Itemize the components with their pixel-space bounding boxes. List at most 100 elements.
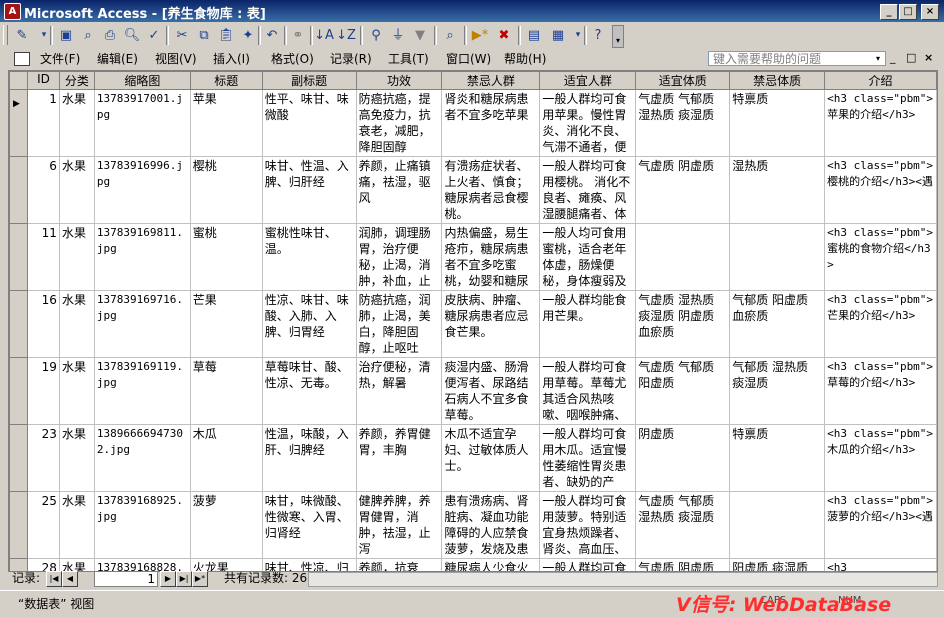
- table-cell-effect[interactable]: 养颜，止痛镇痛，祛湿，驱风: [355, 156, 443, 224]
- record-selector[interactable]: [9, 558, 28, 571]
- column-header[interactable]: ID: [26, 71, 60, 90]
- toolbar-overflow-button[interactable]: ▾: [612, 25, 624, 48]
- table-cell-intro[interactable]: <h3 class="pbm">草莓的介绍</h3>: [824, 357, 937, 425]
- table-cell-suit[interactable]: 一般人群均可食用菠萝。特别适宜身热烦躁者、肾炎、高血压、支气管炎、消化: [539, 491, 637, 559]
- spelling-icon[interactable]: ✓: [144, 26, 164, 45]
- column-header[interactable]: 禁忌体质: [729, 71, 826, 90]
- table-cell-thumb[interactable]: 137839169811.jpg: [93, 223, 191, 291]
- table-cell-title[interactable]: 火龙果: [189, 558, 263, 571]
- table-cell-intro[interactable]: <h3: [824, 558, 937, 571]
- menu-window[interactable]: 窗口(W): [446, 51, 491, 67]
- table-cell-title[interactable]: 芒果: [189, 290, 263, 358]
- toolbar-grip[interactable]: [3, 25, 8, 45]
- column-header[interactable]: 副标题: [261, 71, 357, 90]
- table-cell-effect[interactable]: 润肺，调理肠胃，治疗便秘，止渴，消肿，补血，止咳，滋阴补阴，活血化瘀: [355, 223, 443, 291]
- table-cell-suit[interactable]: 一般人群均可食用草莓。草莓尤其适合风热咳嗽、咽喉肿痛、声嘶、烦热: [539, 357, 637, 425]
- first-record-button[interactable]: |◀: [46, 571, 62, 587]
- table-cell-cat[interactable]: 水果: [58, 357, 95, 425]
- doc-close-button[interactable]: ×: [924, 51, 933, 64]
- record-selector[interactable]: [9, 223, 28, 291]
- table-cell-taboo_body[interactable]: [729, 223, 826, 291]
- table-cell-cat[interactable]: 水果: [58, 223, 95, 291]
- record-selector[interactable]: ▶: [9, 89, 28, 157]
- table-cell-intro[interactable]: <h3 class="pbm">芒果的介绍</h3>: [824, 290, 937, 358]
- table-cell-suit_body[interactable]: 气虚质 气郁质 湿热质 痰湿质: [635, 89, 731, 157]
- table-cell-cat[interactable]: 水果: [58, 558, 95, 571]
- column-header[interactable]: 禁忌人群: [441, 71, 541, 90]
- cut-icon[interactable]: ✂: [172, 26, 192, 45]
- table-cell-taboo_body[interactable]: 气郁质 湿热质 痰湿质: [729, 357, 826, 425]
- table-cell-suit_body[interactable]: 气虚质 阴虚质: [635, 156, 731, 224]
- table-cell-cat[interactable]: 水果: [58, 156, 95, 224]
- table-cell-id[interactable]: 11: [26, 223, 60, 291]
- table-cell-title[interactable]: 菠萝: [189, 491, 263, 559]
- find-icon[interactable]: ⌕: [440, 26, 460, 45]
- table-cell-intro[interactable]: <h3 class="pbm">菠萝的介绍</h3><遇: [824, 491, 937, 559]
- table-cell-effect[interactable]: 防癌抗癌，润肺，止渴，美白，降胆固醇，止呕吐: [355, 290, 443, 358]
- table-cell-taboo_body[interactable]: 阳虚质 痰湿质: [729, 558, 826, 571]
- menu-tools[interactable]: 工具(T): [388, 51, 429, 67]
- menu-insert[interactable]: 插入(I): [213, 51, 250, 67]
- table-cell-intro[interactable]: <h3 class="pbm">蜜桃的食物介绍</h3>: [824, 223, 937, 291]
- table-cell-cat[interactable]: 水果: [58, 290, 95, 358]
- column-header[interactable]: 功效: [355, 71, 443, 90]
- table-cell-suit[interactable]: 一般人群均能食用芒果。: [539, 290, 637, 358]
- table-cell-intro[interactable]: <h3 class="pbm">樱桃的介绍</h3><遇: [824, 156, 937, 224]
- table-cell-taboo_body[interactable]: 气郁质 阳虚质 血瘀质: [729, 290, 826, 358]
- table-cell-thumb[interactable]: 13896666947302.jpg: [93, 424, 191, 492]
- last-record-button[interactable]: ▶|: [176, 571, 192, 587]
- table-cell-taboo_body[interactable]: 特禀质: [729, 424, 826, 492]
- table-cell-taboo[interactable]: 有溃疡症状者、上火者、慎食；糖尿病者忌食樱桃。: [441, 156, 541, 224]
- table-cell-effect[interactable]: 养颜，养胃健胃，丰胸: [355, 424, 443, 492]
- record-number-input[interactable]: 1: [94, 571, 158, 587]
- undo-icon[interactable]: ↶: [262, 26, 282, 45]
- table-cell-suit_body[interactable]: 气虚质 气郁质 阳虚质: [635, 357, 731, 425]
- table-cell-taboo_body[interactable]: [729, 491, 826, 559]
- table-cell-suit_body[interactable]: 气虚质 阴虚质: [635, 558, 731, 571]
- table-cell-suit_body[interactable]: [635, 223, 731, 291]
- record-selector[interactable]: [9, 156, 28, 224]
- table-cell-subtitle[interactable]: 味甘，味微酸、性微寒、入胃、归肾经: [261, 491, 357, 559]
- record-selector[interactable]: [9, 290, 28, 358]
- apply-filter-icon[interactable]: ▼: [410, 26, 430, 45]
- horizontal-scrollbar[interactable]: [308, 572, 938, 587]
- datasheet[interactable]: ID 分类 缩略图 标题 副标题 功效 禁忌人群 适宜人群 适宜体质 禁忌体质 …: [8, 70, 938, 572]
- column-header[interactable]: 缩略图: [93, 71, 191, 90]
- select-all-corner[interactable]: [9, 71, 28, 90]
- save-icon[interactable]: ▣: [56, 26, 76, 45]
- table-cell-title[interactable]: 蜜桃: [189, 223, 263, 291]
- table-cell-subtitle[interactable]: 蜜桃性味甘、温。: [261, 223, 357, 291]
- filter-by-form-icon[interactable]: ⏚: [388, 26, 408, 45]
- table-cell-thumb[interactable]: 13783916996.jpg: [93, 156, 191, 224]
- table-cell-id[interactable]: 16: [26, 290, 60, 358]
- menu-view[interactable]: 视图(V): [155, 51, 197, 67]
- column-header[interactable]: 介绍: [824, 71, 937, 90]
- table-cell-taboo[interactable]: 内热偏盛，易生疮疖，糖尿病患者不宜多吃蜜桃，幼婴和糖尿病患者忌食: [441, 223, 541, 291]
- column-header[interactable]: 适宜体质: [635, 71, 731, 90]
- table-cell-taboo[interactable]: 痰湿内盛、肠滑便泻者、尿路结石病人不宜多食草莓。: [441, 357, 541, 425]
- print-icon[interactable]: ⎙: [100, 26, 120, 45]
- table-cell-suit[interactable]: 一般人群均可食用苹果。慢性胃炎、消化不良、气滞不通者，便秘、慢性腹泻: [539, 89, 637, 157]
- table-cell-thumb[interactable]: 137839168925.jpg: [93, 491, 191, 559]
- table-cell-effect[interactable]: 养颜，抗衰老，清: [355, 558, 443, 571]
- minimize-button[interactable]: _: [880, 4, 898, 20]
- column-header[interactable]: 标题: [189, 71, 263, 90]
- maximize-button[interactable]: □: [899, 4, 917, 20]
- format-painter-icon[interactable]: ✦: [238, 26, 258, 45]
- table-cell-suit_body[interactable]: 阴虚质: [635, 424, 731, 492]
- delete-record-icon[interactable]: ✖: [494, 26, 514, 45]
- table-cell-title[interactable]: 木瓜: [189, 424, 263, 492]
- table-cell-suit[interactable]: 一般人群均可食用樱桃。 消化不良者、瘫痪、风湿腰腿痛者、体质虚弱、面色: [539, 156, 637, 224]
- table-cell-title[interactable]: 樱桃: [189, 156, 263, 224]
- table-cell-cat[interactable]: 水果: [58, 424, 95, 492]
- table-cell-id[interactable]: 23: [26, 424, 60, 492]
- table-cell-effect[interactable]: 治疗便秘，清热，解暑: [355, 357, 443, 425]
- help-icon[interactable]: ?: [588, 26, 608, 45]
- table-cell-effect[interactable]: 健脾养脾，养胃健胃，消肿，祛湿，止泻: [355, 491, 443, 559]
- database-window-icon[interactable]: ▤: [524, 26, 544, 45]
- table-cell-subtitle[interactable]: 味甘、性温、入脾、归肝经: [261, 156, 357, 224]
- table-cell-id[interactable]: 25: [26, 491, 60, 559]
- table-cell-cat[interactable]: 水果: [58, 89, 95, 157]
- table-cell-id[interactable]: 1: [26, 89, 60, 157]
- table-cell-thumb[interactable]: 137839169716.jpg: [93, 290, 191, 358]
